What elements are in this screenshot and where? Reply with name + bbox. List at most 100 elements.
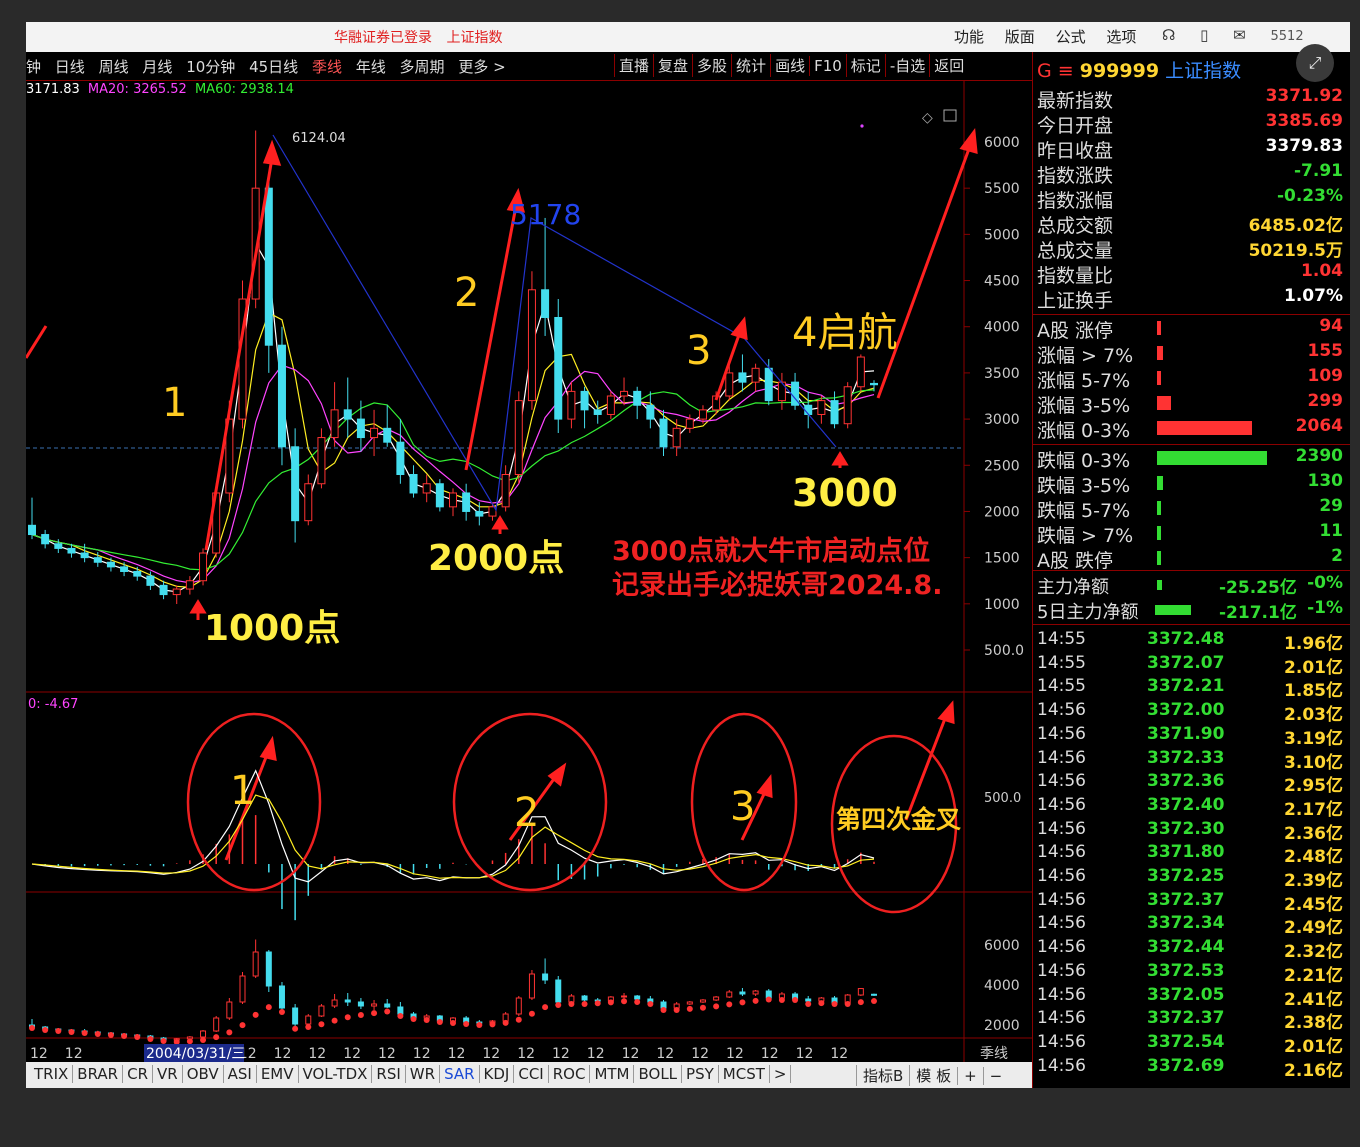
indicator-tab[interactable]: MTM	[590, 1065, 635, 1083]
sar-dot	[594, 1000, 601, 1007]
candle-body	[370, 427, 379, 439]
sar-candle-body	[357, 1001, 364, 1007]
menu-function[interactable]: 功能	[954, 28, 984, 46]
indicator-tab[interactable]: PSY	[682, 1065, 719, 1083]
period-tabs: 钟 日线 周线 月线 10分钟 45日线 季线 年线 多周期 更多 >	[26, 56, 515, 77]
period-45day[interactable]: 45日线	[249, 58, 298, 76]
period-yearly[interactable]: 年线	[356, 58, 386, 76]
candle-body	[172, 588, 181, 596]
indicator-tab[interactable]: OBV	[183, 1065, 224, 1083]
sar-dot	[871, 998, 877, 1005]
tick-time: 14:56	[1037, 700, 1086, 721]
indicator-tab[interactable]: BOLL	[634, 1065, 683, 1083]
period-daily[interactable]: 日线	[55, 58, 85, 76]
tick-amount: 2.41亿	[1284, 989, 1343, 1010]
indicator-b-button[interactable]: 指标B	[856, 1065, 909, 1086]
indicator-tab[interactable]: MCST	[719, 1065, 770, 1083]
indicator-tab[interactable]: KDJ	[480, 1065, 515, 1083]
macd-circle-label-3: 3	[730, 784, 755, 830]
indicator-tab[interactable]: VR	[153, 1065, 183, 1083]
indicator-tab[interactable]: RSI	[372, 1065, 406, 1083]
add-button[interactable]: +	[957, 1067, 983, 1085]
candle-body	[554, 316, 563, 420]
tick-amount: 2.01亿	[1284, 657, 1343, 678]
sar-axis-4000: 4000	[984, 978, 1020, 994]
tick-time: 14:56	[1037, 960, 1086, 981]
tick-time: 14:56	[1037, 1031, 1086, 1052]
indicator-tab[interactable]: BRAR	[73, 1065, 124, 1083]
price-label: 5500	[984, 181, 1020, 197]
wave-label-3: 3	[686, 328, 711, 374]
stats-button[interactable]: 统计	[731, 54, 770, 77]
candle-body	[580, 390, 589, 411]
panel-toggle-icon[interactable]	[943, 109, 957, 122]
template-button[interactable]: 模 板	[909, 1065, 957, 1086]
remove-watchlist-button[interactable]: -自选	[884, 54, 929, 77]
indicator-tab[interactable]: CCI	[514, 1065, 549, 1083]
tick-time: 14:56	[1037, 984, 1086, 1005]
indicator-tab[interactable]: >	[770, 1065, 792, 1083]
period-minute[interactable]: 钟	[26, 58, 41, 76]
code-prefix[interactable]: G ≡	[1037, 60, 1074, 82]
menu-layout[interactable]: 版面	[1005, 28, 1035, 46]
breadth-bar	[1157, 451, 1267, 465]
candle-body	[409, 474, 418, 494]
breadth-label: 涨幅 > 7%	[1037, 345, 1134, 367]
breadth-row: 跌幅 0-3% 2390	[1037, 446, 1343, 472]
indicator-tab[interactable]: EMV	[257, 1065, 299, 1083]
quote-row: 指数量比 1.04	[1037, 261, 1343, 287]
breadth-label: A股 涨停	[1037, 320, 1114, 342]
quote-row: 今日开盘 3385.69	[1037, 111, 1343, 137]
indicator-tab[interactable]: VOL-TDX	[299, 1065, 373, 1083]
flow-label: 5日主力净额	[1037, 602, 1139, 623]
time-tick: 12	[308, 1046, 326, 1062]
mark-button[interactable]: 标记	[845, 54, 885, 77]
remove-button[interactable]: −	[982, 1067, 1009, 1085]
tick-amount: 2.16亿	[1284, 1060, 1343, 1081]
indicator-tab[interactable]: TRIX	[30, 1065, 74, 1083]
back-button[interactable]: 返回	[929, 54, 968, 77]
indicator-tab[interactable]: ROC	[549, 1065, 591, 1083]
indicator-tab[interactable]: CR	[123, 1065, 153, 1083]
candle-body	[291, 446, 300, 522]
period-monthly[interactable]: 月线	[142, 58, 172, 76]
tick-time: 14:55	[1037, 676, 1086, 697]
diamond-icon[interactable]: ◇	[922, 110, 933, 126]
quote-label: 上证换手	[1037, 290, 1114, 312]
time-tick: 12	[796, 1046, 814, 1062]
indicator-tabs: TRIX BRAR CR VR OBV ASI EMV VOL-TDX RSI WR SAR KDJ C…	[30, 1065, 792, 1083]
indicator-tab[interactable]: WR	[406, 1065, 441, 1083]
period-quarterly[interactable]: 季线	[312, 58, 342, 76]
sar-candle-body	[371, 1003, 378, 1007]
quote-value: 3371.92	[1265, 86, 1343, 106]
price-label: 5000	[984, 227, 1020, 243]
tick-time: 14:56	[1037, 794, 1086, 815]
multi-stock-button[interactable]: 多股	[692, 54, 731, 77]
f10-button[interactable]: F10	[809, 56, 846, 76]
menu-options[interactable]: 选项	[1106, 28, 1136, 46]
sar-dot	[252, 1011, 259, 1018]
phone-icon[interactable]: ▯	[1200, 26, 1208, 44]
candlestick-series	[28, 130, 878, 605]
indicator-tab[interactable]: ASI	[224, 1065, 257, 1083]
indicator-tab[interactable]: SAR	[440, 1065, 480, 1083]
chart-area[interactable]: 6000550050004500400035003000250020001500…	[26, 80, 1032, 1062]
draw-line-button[interactable]: 画线	[770, 54, 809, 77]
tick-row: 14:56 3372.00 2.03亿	[1037, 700, 1343, 725]
replay-button[interactable]: 复盘	[653, 54, 692, 77]
mail-icon[interactable]: ✉	[1233, 26, 1246, 44]
candle-body	[751, 367, 760, 383]
headset-icon[interactable]: ☊	[1162, 26, 1175, 44]
expand-icon[interactable]: ⤢	[1296, 44, 1334, 82]
time-tick: 12	[587, 1046, 605, 1062]
candle-body	[133, 570, 142, 577]
time-tick: 12	[830, 1046, 848, 1062]
period-more[interactable]: 更多 >	[458, 58, 505, 76]
live-button[interactable]: 直播	[614, 54, 653, 77]
sar-dot	[397, 1013, 404, 1019]
period-multi[interactable]: 多周期	[400, 58, 445, 76]
sar-candle-body	[713, 996, 720, 1001]
period-weekly[interactable]: 周线	[99, 58, 129, 76]
period-10min[interactable]: 10分钟	[186, 58, 235, 76]
menu-formula[interactable]: 公式	[1056, 28, 1086, 46]
